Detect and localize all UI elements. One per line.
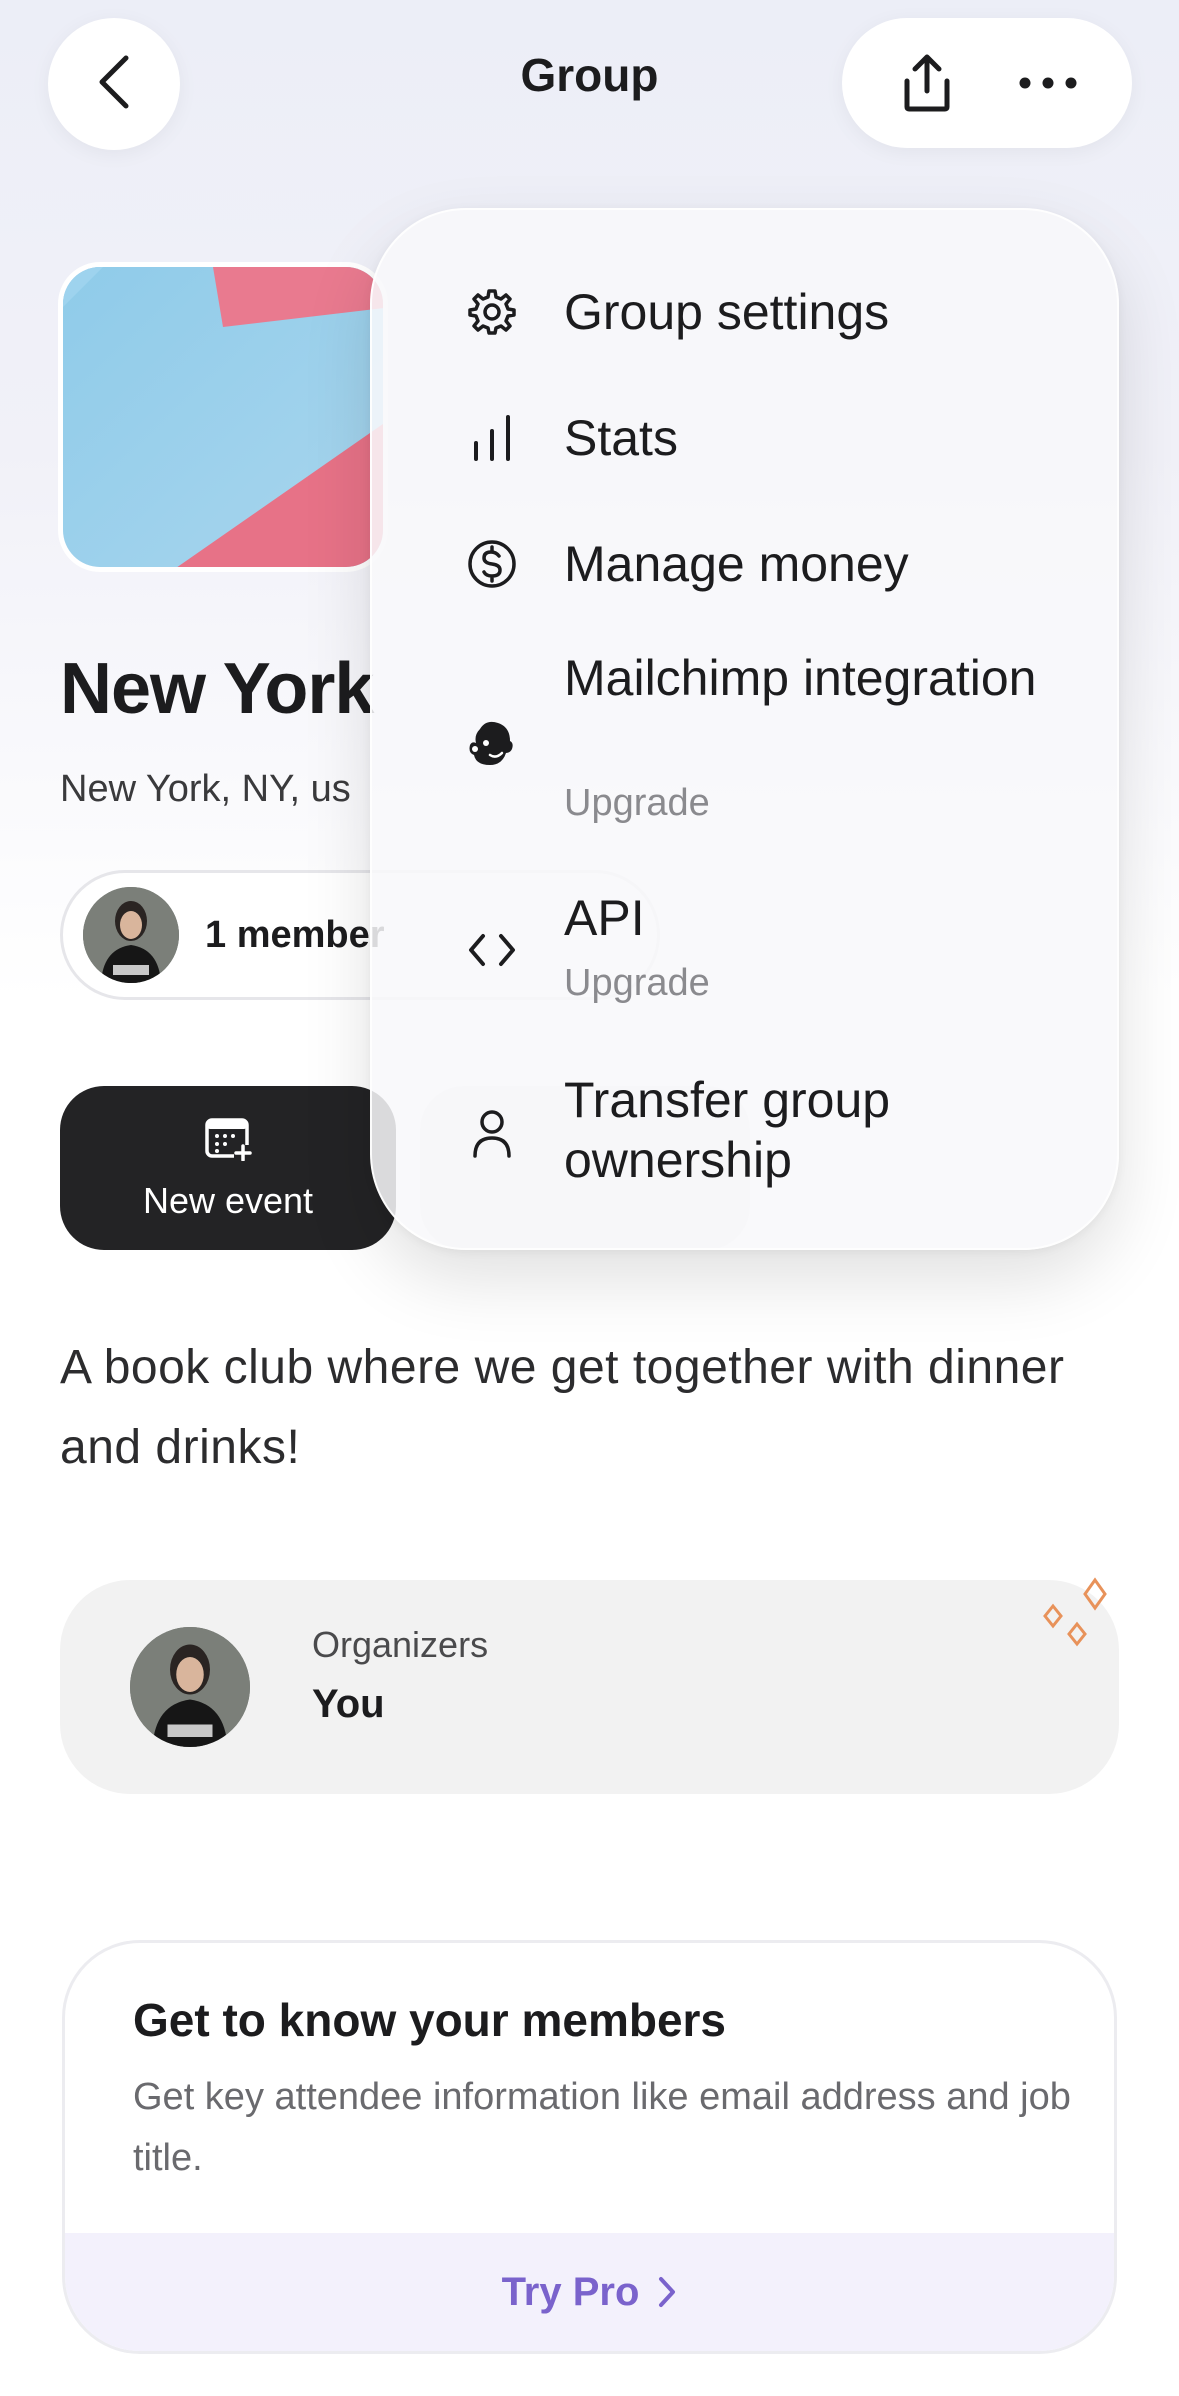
menu-item-sublabel: Upgrade — [564, 962, 710, 1004]
menu-item-label: Group settings — [564, 284, 890, 340]
menu-item-manage-money[interactable]: Manage money — [372, 514, 1117, 614]
pro-card-body: Get key attendee information like email … — [133, 2076, 1071, 2179]
avatar — [83, 887, 179, 983]
menu-item-label: Mailchimp integration — [564, 650, 1037, 706]
calendar-plus-icon — [204, 1115, 252, 1166]
menu-item-transfer-ownership[interactable]: Transfer group ownership — [372, 1070, 1117, 1194]
sparkle-icon — [1039, 1572, 1119, 1662]
menu-item-label: Transfer group ownership — [564, 1072, 891, 1188]
menu-item-label: Stats — [564, 410, 678, 466]
try-pro-button[interactable]: Try Pro — [65, 2233, 1114, 2351]
ellipsis-icon[interactable] — [1008, 43, 1088, 123]
menu-item-api[interactable]: API Upgrade — [372, 888, 1117, 1008]
menu-item-group-settings[interactable]: Group settings — [372, 262, 1117, 362]
chevron-left-icon — [94, 52, 134, 117]
pro-upsell-card: Get to know your members Get key attende… — [62, 1940, 1117, 2354]
gear-icon — [464, 284, 520, 340]
new-event-label: New event — [142, 1179, 314, 1221]
bar-chart-icon — [464, 410, 520, 466]
group-description: A book club where we get together with d… — [60, 1341, 1065, 1474]
organizers-card[interactable]: Organizers You — [60, 1577, 1119, 1794]
menu-item-sublabel: Upgrade — [564, 782, 710, 824]
menu-item-label: Manage money — [564, 536, 909, 592]
group-cover-image[interactable] — [58, 262, 388, 572]
members-count: 1 member — [205, 913, 385, 956]
organizers-heading: Organizers — [312, 1624, 489, 1665]
share-icon[interactable] — [887, 43, 967, 123]
code-icon — [464, 922, 520, 978]
pro-card-title: Get to know your members — [133, 1994, 727, 2046]
chevron-right-icon — [657, 2275, 677, 2309]
back-button[interactable] — [48, 18, 180, 150]
dollar-circle-icon — [464, 536, 520, 592]
organizer-avatar — [130, 1627, 250, 1747]
try-pro-label: Try Pro — [501, 2269, 640, 2314]
mailchimp-icon — [464, 716, 520, 772]
header-actions — [842, 18, 1132, 148]
menu-item-label: API — [564, 890, 645, 946]
more-options-menu: Group settings Stats Manage money Mailch… — [370, 208, 1119, 1250]
menu-item-mailchimp-integration[interactable]: Mailchimp integration Upgrade — [372, 648, 1117, 828]
organizer-name: You — [312, 1682, 385, 1726]
page-title: Group — [520, 49, 659, 101]
new-event-button[interactable]: New event — [60, 1086, 396, 1250]
menu-item-stats[interactable]: Stats — [372, 388, 1117, 488]
person-icon — [464, 1106, 520, 1162]
